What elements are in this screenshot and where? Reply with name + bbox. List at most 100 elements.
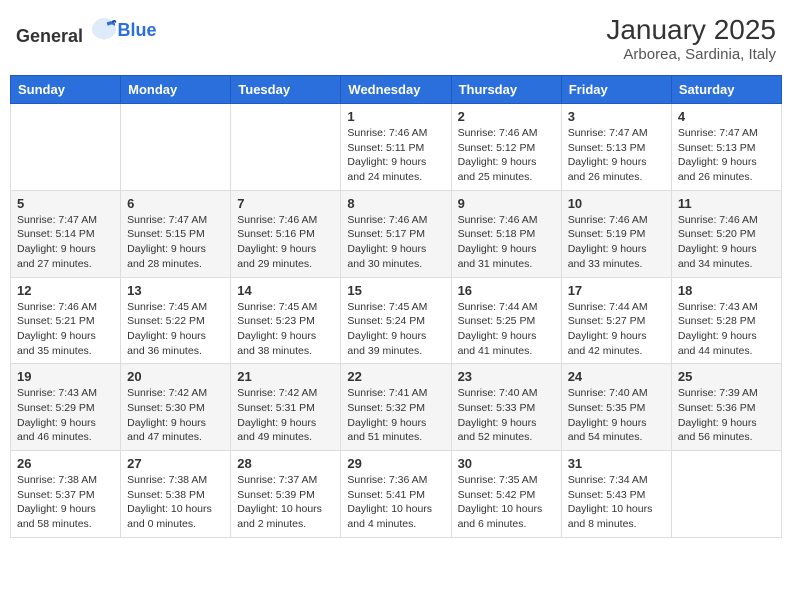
calendar-cell: 3Sunrise: 7:47 AM Sunset: 5:13 PM Daylig… bbox=[561, 104, 671, 191]
calendar-cell bbox=[11, 104, 121, 191]
weekday-header-wednesday: Wednesday bbox=[341, 76, 451, 104]
day-number: 1 bbox=[347, 109, 444, 124]
day-info: Sunrise: 7:46 AM Sunset: 5:20 PM Dayligh… bbox=[678, 213, 775, 272]
logo: General Blue bbox=[16, 14, 157, 47]
day-info: Sunrise: 7:46 AM Sunset: 5:16 PM Dayligh… bbox=[237, 213, 334, 272]
day-number: 5 bbox=[17, 196, 114, 211]
day-number: 26 bbox=[17, 456, 114, 471]
day-number: 25 bbox=[678, 369, 775, 384]
location-title: Arborea, Sardinia, Italy bbox=[606, 46, 776, 63]
day-info: Sunrise: 7:46 AM Sunset: 5:17 PM Dayligh… bbox=[347, 213, 444, 272]
day-number: 2 bbox=[458, 109, 555, 124]
calendar-week-row: 1 Sunrise: 7:46 AM Sunset: 5:11 PM Daylig… bbox=[11, 104, 782, 191]
day-info: Sunrise: 7:34 AM Sunset: 5:43 PM Dayligh… bbox=[568, 473, 665, 532]
day-number: 24 bbox=[568, 369, 665, 384]
day-number: 19 bbox=[17, 369, 114, 384]
calendar-cell: 4 Sunrise: 7:47 AM Sunset: 5:13 PM Daylig… bbox=[671, 104, 781, 191]
calendar-cell: 12 Sunrise: 7:46 AM Sunset: 5:21 PM Dayli… bbox=[11, 277, 121, 364]
logo-text-general: General bbox=[16, 26, 83, 46]
calendar-cell: 26Sunrise: 7:38 AM Sunset: 5:37 PM Dayli… bbox=[11, 451, 121, 538]
day-info: Sunrise: 7:47 AM Sunset: 5:13 PM Dayligh… bbox=[678, 126, 775, 185]
calendar-cell: 16Sunrise: 7:44 AM Sunset: 5:25 PM Dayli… bbox=[451, 277, 561, 364]
calendar-cell: 22Sunrise: 7:41 AM Sunset: 5:32 PM Dayli… bbox=[341, 364, 451, 451]
calendar-week-row: 19 Sunrise: 7:43 AM Sunset: 5:29 PM Dayli… bbox=[11, 364, 782, 451]
calendar-cell: 7Sunrise: 7:46 AM Sunset: 5:16 PM Daylig… bbox=[231, 190, 341, 277]
day-number: 18 bbox=[678, 283, 775, 298]
day-number: 22 bbox=[347, 369, 444, 384]
weekday-header-saturday: Saturday bbox=[671, 76, 781, 104]
day-info: Sunrise: 7:35 AM Sunset: 5:42 PM Dayligh… bbox=[458, 473, 555, 532]
day-number: 30 bbox=[458, 456, 555, 471]
day-number: 12 bbox=[17, 283, 114, 298]
calendar-cell: 6 Sunrise: 7:47 AM Sunset: 5:15 PM Daylig… bbox=[121, 190, 231, 277]
day-info: Sunrise: 7:43 AM Sunset: 5:28 PM Dayligh… bbox=[678, 300, 775, 359]
day-info: Sunrise: 7:40 AM Sunset: 5:33 PM Dayligh… bbox=[458, 386, 555, 445]
weekday-header-row: SundayMondayTuesdayWednesdayThursdayFrid… bbox=[11, 76, 782, 104]
day-number: 6 bbox=[127, 196, 224, 211]
calendar-week-row: 26Sunrise: 7:38 AM Sunset: 5:37 PM Dayli… bbox=[11, 451, 782, 538]
day-number: 23 bbox=[458, 369, 555, 384]
calendar-cell: 13 Sunrise: 7:45 AM Sunset: 5:22 PM Dayli… bbox=[121, 277, 231, 364]
day-number: 15 bbox=[347, 283, 444, 298]
weekday-header-friday: Friday bbox=[561, 76, 671, 104]
day-number: 3 bbox=[568, 109, 665, 124]
calendar-cell: 18 Sunrise: 7:43 AM Sunset: 5:28 PM Dayli… bbox=[671, 277, 781, 364]
day-number: 8 bbox=[347, 196, 444, 211]
calendar-week-row: 5Sunrise: 7:47 AM Sunset: 5:14 PM Daylig… bbox=[11, 190, 782, 277]
day-info: Sunrise: 7:44 AM Sunset: 5:25 PM Dayligh… bbox=[458, 300, 555, 359]
logo-text-blue: Blue bbox=[118, 20, 157, 40]
calendar-cell: 24 Sunrise: 7:40 AM Sunset: 5:35 PM Dayli… bbox=[561, 364, 671, 451]
calendar-cell: 21 Sunrise: 7:42 AM Sunset: 5:31 PM Dayli… bbox=[231, 364, 341, 451]
weekday-header-monday: Monday bbox=[121, 76, 231, 104]
day-number: 27 bbox=[127, 456, 224, 471]
calendar-cell: 20 Sunrise: 7:42 AM Sunset: 5:30 PM Dayli… bbox=[121, 364, 231, 451]
calendar-cell bbox=[671, 451, 781, 538]
day-info: Sunrise: 7:45 AM Sunset: 5:23 PM Dayligh… bbox=[237, 300, 334, 359]
calendar-cell: 27 Sunrise: 7:38 AM Sunset: 5:38 PM Dayli… bbox=[121, 451, 231, 538]
day-number: 31 bbox=[568, 456, 665, 471]
calendar-cell: 8 Sunrise: 7:46 AM Sunset: 5:17 PM Daylig… bbox=[341, 190, 451, 277]
day-number: 17 bbox=[568, 283, 665, 298]
calendar-cell: 23 Sunrise: 7:40 AM Sunset: 5:33 PM Dayli… bbox=[451, 364, 561, 451]
day-info: Sunrise: 7:46 AM Sunset: 5:18 PM Dayligh… bbox=[458, 213, 555, 272]
calendar-cell: 19 Sunrise: 7:43 AM Sunset: 5:29 PM Dayli… bbox=[11, 364, 121, 451]
weekday-header-tuesday: Tuesday bbox=[231, 76, 341, 104]
day-info: Sunrise: 7:46 AM Sunset: 5:21 PM Dayligh… bbox=[17, 300, 114, 359]
day-number: 4 bbox=[678, 109, 775, 124]
calendar-table: SundayMondayTuesdayWednesdayThursdayFrid… bbox=[10, 75, 782, 538]
calendar-cell: 30 Sunrise: 7:35 AM Sunset: 5:42 PM Dayli… bbox=[451, 451, 561, 538]
day-info: Sunrise: 7:36 AM Sunset: 5:41 PM Dayligh… bbox=[347, 473, 444, 532]
day-info: Sunrise: 7:43 AM Sunset: 5:29 PM Dayligh… bbox=[17, 386, 114, 445]
day-number: 10 bbox=[568, 196, 665, 211]
day-number: 13 bbox=[127, 283, 224, 298]
calendar-cell: 5Sunrise: 7:47 AM Sunset: 5:14 PM Daylig… bbox=[11, 190, 121, 277]
calendar-cell bbox=[121, 104, 231, 191]
calendar-cell: 15 Sunrise: 7:45 AM Sunset: 5:24 PM Dayli… bbox=[341, 277, 451, 364]
weekday-header-sunday: Sunday bbox=[11, 76, 121, 104]
calendar-cell: 17 Sunrise: 7:44 AM Sunset: 5:27 PM Dayli… bbox=[561, 277, 671, 364]
calendar-cell: 28Sunrise: 7:37 AM Sunset: 5:39 PM Dayli… bbox=[231, 451, 341, 538]
calendar-cell bbox=[231, 104, 341, 191]
day-info: Sunrise: 7:40 AM Sunset: 5:35 PM Dayligh… bbox=[568, 386, 665, 445]
day-info: Sunrise: 7:42 AM Sunset: 5:30 PM Dayligh… bbox=[127, 386, 224, 445]
day-info: Sunrise: 7:38 AM Sunset: 5:38 PM Dayligh… bbox=[127, 473, 224, 532]
title-block: January 2025 Arborea, Sardinia, Italy bbox=[606, 14, 776, 63]
day-number: 9 bbox=[458, 196, 555, 211]
day-info: Sunrise: 7:44 AM Sunset: 5:27 PM Dayligh… bbox=[568, 300, 665, 359]
month-title: January 2025 bbox=[606, 14, 776, 46]
day-info: Sunrise: 7:46 AM Sunset: 5:12 PM Dayligh… bbox=[458, 126, 555, 185]
day-info: Sunrise: 7:37 AM Sunset: 5:39 PM Dayligh… bbox=[237, 473, 334, 532]
calendar-week-row: 12 Sunrise: 7:46 AM Sunset: 5:21 PM Dayli… bbox=[11, 277, 782, 364]
day-number: 20 bbox=[127, 369, 224, 384]
day-info: Sunrise: 7:45 AM Sunset: 5:24 PM Dayligh… bbox=[347, 300, 444, 359]
day-info: Sunrise: 7:45 AM Sunset: 5:22 PM Dayligh… bbox=[127, 300, 224, 359]
calendar-cell: 10Sunrise: 7:46 AM Sunset: 5:19 PM Dayli… bbox=[561, 190, 671, 277]
calendar-cell: 25Sunrise: 7:39 AM Sunset: 5:36 PM Dayli… bbox=[671, 364, 781, 451]
calendar-cell: 9 Sunrise: 7:46 AM Sunset: 5:18 PM Daylig… bbox=[451, 190, 561, 277]
day-info: Sunrise: 7:42 AM Sunset: 5:31 PM Dayligh… bbox=[237, 386, 334, 445]
day-info: Sunrise: 7:47 AM Sunset: 5:15 PM Dayligh… bbox=[127, 213, 224, 272]
calendar-cell: 2 Sunrise: 7:46 AM Sunset: 5:12 PM Daylig… bbox=[451, 104, 561, 191]
day-number: 29 bbox=[347, 456, 444, 471]
day-info: Sunrise: 7:46 AM Sunset: 5:11 PM Dayligh… bbox=[347, 126, 444, 185]
day-number: 21 bbox=[237, 369, 334, 384]
